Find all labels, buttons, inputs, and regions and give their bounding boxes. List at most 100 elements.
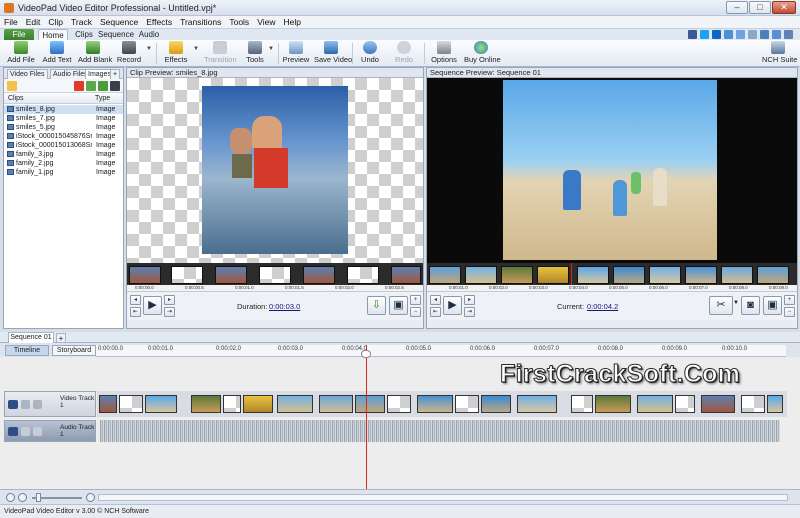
current-time-value[interactable]: 0:00:04.2 xyxy=(587,302,618,311)
timeline-view-button[interactable]: Timeline xyxy=(5,345,49,356)
menu-track[interactable]: Track xyxy=(67,16,96,28)
add-file-button[interactable]: Add File xyxy=(6,40,36,67)
next-frame-icon[interactable]: ▸ xyxy=(164,295,175,305)
minimize-button[interactable]: – xyxy=(726,1,748,14)
video-clip[interactable] xyxy=(455,395,479,413)
video-clip[interactable] xyxy=(355,395,385,413)
video-clip[interactable] xyxy=(223,395,241,413)
share-icon[interactable] xyxy=(724,30,733,39)
go-end-icon[interactable]: ⇥ xyxy=(164,307,175,317)
video-track-eye-icon[interactable] xyxy=(8,400,18,409)
video-clip[interactable] xyxy=(701,395,735,413)
clip-filmstrip[interactable]: 0:00:00.0 0:00:00.5 0:00:01.0 0:00:01.5 … xyxy=(127,263,423,291)
video-clip[interactable] xyxy=(595,395,631,413)
sequence-preview-viewer[interactable] xyxy=(427,78,797,263)
video-clip[interactable] xyxy=(387,395,411,413)
list-item[interactable]: smiles_5.jpg Image xyxy=(4,123,123,132)
tab-home[interactable]: Home xyxy=(38,29,68,40)
zoom-slider-thumb[interactable] xyxy=(36,493,41,502)
seq-zoom-in-icon[interactable]: + xyxy=(784,295,795,305)
twitter-icon[interactable] xyxy=(700,30,709,39)
lock-icon[interactable] xyxy=(21,427,30,436)
email-icon[interactable] xyxy=(736,30,745,39)
list-item[interactable]: family_3.jpg Image xyxy=(4,150,123,159)
prev-frame-icon[interactable]: ◂ xyxy=(130,295,141,305)
tools-dropdown-icon[interactable]: ▼ xyxy=(268,46,274,52)
tab-sequence-01[interactable]: Sequence 01 xyxy=(8,332,54,343)
list-item[interactable]: smiles_8.jpg Image xyxy=(4,105,123,114)
list-item[interactable]: family_2.jpg Image xyxy=(4,159,123,168)
zoom-out-icon[interactable]: − xyxy=(410,307,421,317)
menu-transitions[interactable]: Transitions xyxy=(176,16,225,28)
sequence-filmstrip[interactable]: 0:00:01.0 0:00:02.0 0:00:03.0 0:00:04.0 … xyxy=(427,263,797,291)
tab-sequence[interactable]: Sequence xyxy=(98,29,134,40)
split-button[interactable]: ✂ xyxy=(709,296,733,315)
video-clip[interactable] xyxy=(417,395,453,413)
menu-view[interactable]: View xyxy=(253,16,279,28)
zoom-in-timeline-icon[interactable] xyxy=(86,493,95,502)
seq-next-frame-icon[interactable]: ▸ xyxy=(464,295,475,305)
record-button[interactable]: Record xyxy=(116,40,142,67)
column-clips[interactable]: Clips xyxy=(8,95,24,102)
video-clip[interactable] xyxy=(767,395,783,413)
audio-waveform[interactable] xyxy=(100,420,780,442)
lock-icon[interactable] xyxy=(21,400,30,409)
zoom-out-timeline-icon[interactable] xyxy=(18,493,27,502)
menu-file[interactable]: File xyxy=(0,16,22,28)
seq-prev-frame-icon[interactable]: ◂ xyxy=(430,295,441,305)
options-button[interactable]: Options xyxy=(430,40,458,67)
seq-play-button[interactable]: ▶ xyxy=(443,296,462,315)
video-clip[interactable] xyxy=(99,395,117,413)
redo-button[interactable]: Redo xyxy=(392,40,416,67)
video-clip[interactable] xyxy=(243,395,273,413)
playhead-handle[interactable] xyxy=(361,350,371,358)
settings-icon[interactable] xyxy=(33,400,42,409)
help-icon[interactable] xyxy=(760,30,769,39)
record-dropdown-icon[interactable]: ▼ xyxy=(146,46,152,52)
transition-button[interactable]: Transition xyxy=(204,40,237,67)
buy-online-button[interactable]: Buy Online xyxy=(464,40,501,67)
video-clip[interactable] xyxy=(319,395,353,413)
add-sequence-button[interactable]: + xyxy=(56,333,66,343)
crop-button[interactable]: ▣ xyxy=(389,296,408,315)
video-clip[interactable] xyxy=(191,395,221,413)
crop-sequence-button[interactable]: ▣ xyxy=(763,296,782,315)
minimize-ribbon-icon[interactable] xyxy=(784,30,793,39)
seq-go-end-icon[interactable]: ⇥ xyxy=(464,307,475,317)
menu-clip[interactable]: Clip xyxy=(44,16,67,28)
add-text-button[interactable]: Add Text xyxy=(42,40,72,67)
question-icon[interactable] xyxy=(772,30,781,39)
video-clip[interactable] xyxy=(119,395,143,413)
tab-video-files[interactable]: Video Files xyxy=(7,69,48,79)
storyboard-view-button[interactable]: Storyboard xyxy=(52,345,96,356)
facebook-icon[interactable] xyxy=(688,30,697,39)
undo-button[interactable]: Undo xyxy=(358,40,382,67)
speaker-icon[interactable] xyxy=(8,427,18,436)
video-clip[interactable] xyxy=(517,395,557,413)
menu-help[interactable]: Help xyxy=(279,16,304,28)
nch-suite-button[interactable]: NCH Suite xyxy=(762,40,797,67)
zoom-fit-icon[interactable] xyxy=(6,493,15,502)
thumbnail-view-icon[interactable] xyxy=(110,81,120,91)
video-clip[interactable] xyxy=(741,395,765,413)
add-folder-icon[interactable] xyxy=(86,81,96,91)
list-item[interactable]: smiles_7.jpg Image xyxy=(4,114,123,123)
tools-button[interactable]: Tools xyxy=(242,40,268,67)
add-bin-tab-button[interactable]: + xyxy=(110,69,121,79)
linkedin-icon[interactable] xyxy=(712,30,721,39)
tab-audio[interactable]: Audio xyxy=(136,29,162,40)
clip-preview-viewer[interactable] xyxy=(127,78,423,263)
info-icon[interactable] xyxy=(748,30,757,39)
video-clip[interactable] xyxy=(145,395,177,413)
playhead[interactable] xyxy=(366,345,367,489)
effects-dropdown-icon[interactable]: ▼ xyxy=(193,46,199,52)
zoom-in-icon[interactable]: + xyxy=(410,295,421,305)
go-start-icon[interactable]: ⇤ xyxy=(130,307,141,317)
seq-zoom-out-icon[interactable]: − xyxy=(784,307,795,317)
menu-tools[interactable]: Tools xyxy=(225,16,253,28)
list-item[interactable]: iStock_000015013068Sm...Image xyxy=(4,141,123,150)
video-clip[interactable] xyxy=(481,395,511,413)
video-clip[interactable] xyxy=(571,395,593,413)
folder-icon[interactable] xyxy=(7,81,17,91)
timeline-ruler[interactable]: 0:00:00.0 0:00:01.0 0:00:02.0 0:00:03.0 … xyxy=(96,345,786,357)
